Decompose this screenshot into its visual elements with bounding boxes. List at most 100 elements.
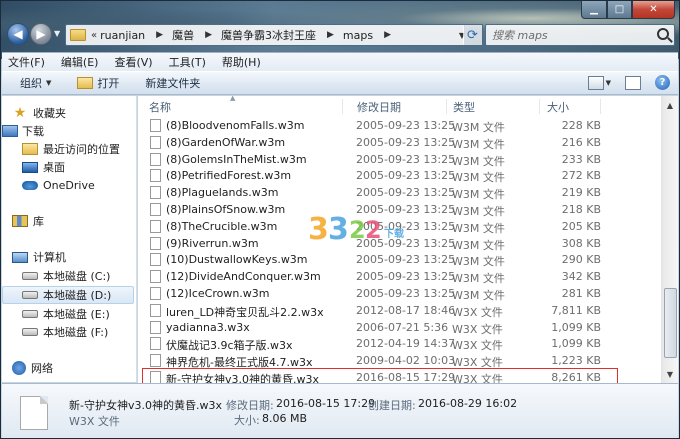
file-type: W3M 文件: [452, 121, 505, 134]
file-size: 219 KB: [561, 186, 601, 200]
help-icon[interactable]: ?: [655, 75, 670, 90]
nav-computer[interactable]: 计算机: [2, 248, 134, 266]
scroll-up-icon[interactable]: ▲: [663, 97, 677, 113]
file-row[interactable]: luren_LD神奇宝贝乱斗2.2.w3x 2012-08-17 18:46 W3X…: [138, 303, 661, 319]
breadcrumb-separator-icon[interactable]: ▶: [205, 30, 212, 40]
nav-desktop[interactable]: 桌面: [2, 158, 134, 176]
menu-help[interactable]: 帮助(H): [222, 54, 261, 70]
new-folder-label: 新建文件夹: [145, 77, 201, 90]
breadcrumb-maps[interactable]: maps: [343, 29, 373, 42]
search-input[interactable]: 搜索 maps: [485, 24, 675, 46]
breadcrumb-separator-icon[interactable]: ▶: [156, 30, 163, 40]
star-icon: ★: [13, 105, 27, 121]
file-name: (8)PetrifiedForest.w3m: [166, 169, 292, 183]
menu-view[interactable]: 查看(V): [114, 54, 152, 70]
nav-drive-f[interactable]: 本地磁盘 (F:): [2, 323, 134, 341]
file-icon: [150, 337, 161, 351]
nav-downloads[interactable]: 下载: [2, 122, 134, 140]
details-pane: 新-守护女神v3.0神的黄昏.w3x W3X 文件 修改日期: 2016-08-…: [2, 383, 678, 438]
nav-label: 本地磁盘 (E:): [43, 308, 110, 321]
file-name: yadianna3.w3x: [166, 320, 250, 334]
size-value: 8.06 MB: [262, 412, 308, 425]
breadcrumb-separator-icon[interactable]: ▶: [327, 30, 334, 40]
file-type: W3M 文件: [452, 205, 505, 218]
preview-pane-icon[interactable]: [625, 75, 641, 90]
file-icon: [150, 354, 161, 368]
command-bar: 组织 ▼ 打开 新建文件夹 ▼ ?: [2, 71, 678, 95]
watermark-logo: 3 3 2 2 下载: [308, 208, 428, 260]
file-row[interactable]: yadianna3.w3x 2006-07-21 5:36 W3X 文件 1,099 …: [138, 320, 661, 336]
file-date: 2009-04-02 10:03: [356, 354, 456, 368]
address-bar[interactable]: « ruanjian ▶ 魔兽 ▶ 魔兽争霸3冰封王座 ▶ maps ▶: [65, 24, 465, 46]
menu-tools[interactable]: 工具(T): [169, 54, 206, 70]
nav-drive-c[interactable]: 本地磁盘 (C:): [2, 267, 134, 285]
forward-button[interactable]: ▶: [30, 23, 52, 45]
file-name: (12)DivideAndConquer.w3m: [166, 270, 321, 284]
nav-network[interactable]: 网络: [2, 359, 134, 377]
explorer-window: ▁ □ ✕ ◀ ▶ ▼ « ruanjian ▶ 魔兽 ▶ 魔兽争霸3冰封王座 …: [0, 0, 680, 439]
file-row[interactable]: (8)PetrifiedForest.w3m 2005-09-23 13:25 W3…: [138, 168, 661, 184]
close-button[interactable]: ✕: [632, 1, 675, 19]
nav-label: 最近访问的位置: [43, 143, 120, 156]
view-mode-icon[interactable]: [587, 75, 604, 90]
nav-label: 本地磁盘 (C:): [43, 270, 111, 283]
file-row[interactable]: 伏魔战记3.9c箱子版.w3x 2012-04-19 14:37 W3X 文件 1,0…: [138, 336, 661, 352]
onedrive-cloud-icon: [22, 180, 38, 190]
file-date: 2012-04-19 14:37: [356, 337, 456, 351]
menu-edit[interactable]: 编辑(E): [61, 54, 99, 70]
history-dropdown-icon[interactable]: ▼: [54, 29, 60, 38]
column-name[interactable]: 名称: [143, 99, 343, 114]
column-size[interactable]: 大小: [541, 99, 601, 114]
file-row[interactable]: (12)DivideAndConquer.w3m 2005-09-23 13:25…: [138, 269, 661, 285]
maximize-button[interactable]: □: [607, 1, 632, 19]
chevron-down-icon[interactable]: ▼: [606, 79, 611, 87]
file-date: 2005-09-23 13:25: [356, 135, 456, 149]
recent-places-icon: [22, 143, 38, 155]
nav-onedrive[interactable]: OneDrive: [2, 176, 134, 194]
file-icon: [150, 303, 161, 317]
new-folder-button[interactable]: 新建文件夹: [145, 75, 200, 91]
column-date[interactable]: 修改日期: [351, 99, 447, 114]
file-type: W3M 文件: [452, 221, 505, 235]
nav-drive-d[interactable]: 本地磁盘 (D:): [2, 286, 134, 304]
file-row[interactable]: (8)BloodvenomFalls.w3m 2005-09-23 13:25 W3…: [138, 118, 661, 134]
breadcrumb-wc3[interactable]: 魔兽争霸3冰封王座: [221, 27, 316, 43]
file-row[interactable]: 神界危机-最终正式版4.7.w3x 2009-04-02 10:03 W3X 文件 1…: [138, 353, 661, 369]
file-row[interactable]: (8)GolemsInTheMist.w3m 2005-09-23 13:25 W3…: [138, 152, 661, 168]
file-name: (8)GolemsInTheMist.w3m: [166, 152, 307, 166]
watermark-digit: 2: [365, 216, 382, 244]
file-row[interactable]: (8)Plaguelands.w3m 2005-09-23 13:25 W3M 文件…: [138, 185, 661, 201]
back-button[interactable]: ◀: [7, 23, 29, 45]
file-row[interactable]: (8)GardenOfWar.w3m 2005-09-23 13:25 W3M 文件…: [138, 135, 661, 151]
folder-icon: [70, 29, 86, 41]
nav-label: 收藏夹: [33, 107, 66, 120]
file-type: W3M 文件: [452, 272, 505, 286]
breadcrumb-separator-icon[interactable]: ▶: [384, 30, 391, 40]
scroll-down-icon[interactable]: ▼: [663, 366, 677, 382]
menu-bar: 文件(F) 编辑(E) 查看(V) 工具(T) 帮助(H): [2, 52, 678, 71]
scroll-thumb[interactable]: [664, 288, 677, 358]
nav-favorites[interactable]: ★ 收藏夹: [2, 104, 134, 122]
menu-file[interactable]: 文件(F): [8, 54, 45, 70]
file-date: 2006-07-21 5:36: [356, 320, 449, 334]
file-row[interactable]: (12)IceCrown.w3m 2005-09-23 13:25 W3M 文件 28…: [138, 286, 661, 302]
vertical-scrollbar[interactable]: ▲ ▼: [661, 96, 678, 383]
open-button[interactable]: 打开: [77, 75, 119, 91]
file-icon: [150, 152, 161, 166]
nav-libraries[interactable]: 库: [2, 212, 134, 230]
search-icon[interactable]: [657, 28, 669, 40]
file-date: 2005-09-23 13:25: [356, 152, 456, 166]
organize-button[interactable]: 组织 ▼: [20, 75, 51, 91]
column-type[interactable]: 类型: [447, 99, 540, 114]
breadcrumb-ruanjian[interactable]: ruanjian: [100, 29, 145, 42]
breadcrumb-moshou[interactable]: 魔兽: [172, 27, 194, 43]
refresh-button[interactable]: ⟳: [463, 24, 483, 46]
address-prefix[interactable]: «: [91, 30, 97, 41]
column-header: ▲ 名称 修改日期 类型 大小: [138, 96, 661, 116]
file-type: W3M 文件: [452, 289, 505, 302]
watermark-digit: 3: [308, 212, 329, 247]
nav-recent[interactable]: 最近访问的位置: [2, 140, 134, 158]
file-icon: [20, 396, 48, 430]
minimize-button[interactable]: ▁: [581, 1, 607, 19]
nav-drive-e[interactable]: 本地磁盘 (E:): [2, 305, 134, 323]
